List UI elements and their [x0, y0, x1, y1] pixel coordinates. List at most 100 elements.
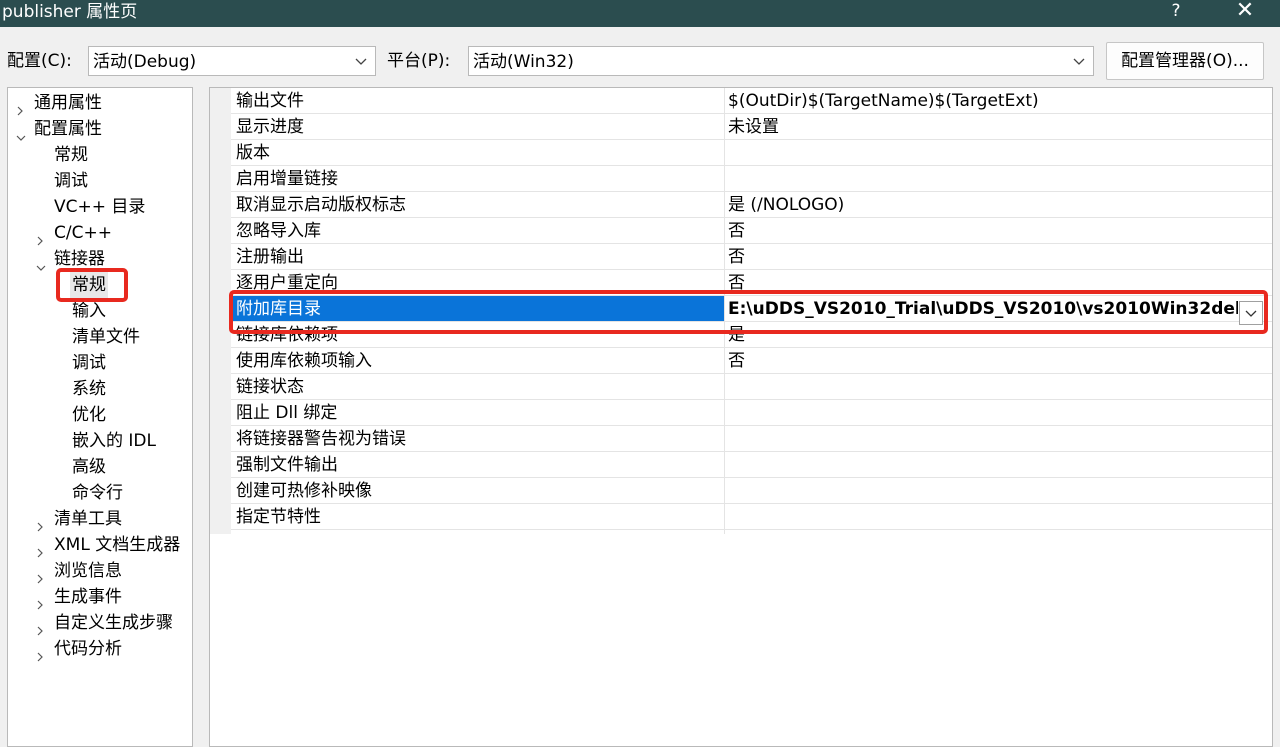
tree-item[interactable]: 配置属性: [16, 116, 104, 142]
property-name: 输出文件: [236, 91, 304, 111]
chevron-right-icon[interactable]: [36, 592, 44, 618]
property-row[interactable]: 忽略导入库 否: [231, 218, 1272, 244]
tree-item-label: 高级: [72, 457, 106, 477]
platform-dropdown[interactable]: 活动(Win32): [468, 46, 1094, 76]
title-bar: publisher 属性页 ? ✕: [0, 0, 1280, 27]
tree-item-label: XML 文档生成器: [54, 535, 181, 555]
property-row[interactable]: 附加库目录 E:\uDDS_VS2010_Trial\uDDS_VS2010\vs…: [231, 296, 1272, 322]
tree-item[interactable]: XML 文档生成器: [37, 532, 182, 558]
property-tree[interactable]: 通用属性 配置属性 常规 调试 VC++ 目录 C/C++ 链接器 常规 输入 清单文件 调试 系统优…: [7, 87, 193, 747]
property-row[interactable]: 显示进度 未设置: [231, 114, 1272, 140]
platform-label: 平台(P):: [387, 51, 451, 71]
tree-item[interactable]: 生成事件: [37, 584, 124, 610]
property-row[interactable]: 取消显示启动版权标志 是 (/NOLOGO): [231, 192, 1272, 218]
chevron-down-icon: [355, 58, 367, 65]
chevron-right-icon[interactable]: [36, 618, 44, 644]
property-row[interactable]: 将链接器警告视为错误: [231, 426, 1272, 452]
property-row[interactable]: 注册输出 否: [231, 244, 1272, 270]
tree-item[interactable]: C/C++: [37, 220, 114, 246]
tree-item[interactable]: 常规: [70, 272, 108, 298]
tree-item-label: 浏览信息: [54, 561, 122, 581]
tree-item[interactable]: 调试: [70, 350, 108, 376]
property-name: 链接库依赖项: [236, 325, 338, 345]
config-manager-button[interactable]: 配置管理器(O)...: [1106, 42, 1264, 80]
property-value: [728, 452, 1248, 477]
tree-item-label: 链接器: [54, 249, 105, 269]
property-value: [728, 504, 1248, 529]
window-title: publisher 属性页: [2, 2, 138, 22]
tree-item[interactable]: 自定义生成步骤: [37, 610, 175, 636]
property-row[interactable]: 链接库依赖项 是: [231, 322, 1272, 348]
property-row[interactable]: 输出文件 $(OutDir)$(TargetName)$(TargetExt): [231, 88, 1272, 114]
chevron-right-icon[interactable]: [36, 540, 44, 566]
tree-item[interactable]: 嵌入的 IDL: [70, 428, 158, 454]
tree-item[interactable]: 代码分析: [37, 636, 124, 662]
property-value: 未设置: [728, 117, 779, 137]
tree-item[interactable]: 输入: [70, 298, 108, 324]
help-button[interactable]: ?: [1165, 0, 1187, 24]
property-value: [728, 166, 1248, 191]
property-value: 是 (/NOLOGO): [728, 195, 845, 215]
property-value[interactable]: E:\uDDS_VS2010_Trial\uDDS_VS2010\vs2010W…: [728, 296, 1238, 321]
tree-item[interactable]: 链接器: [36, 246, 107, 272]
property-value: 是: [728, 325, 745, 345]
tree-item-label: 调试: [54, 171, 88, 191]
tree-item[interactable]: 系统: [70, 376, 108, 402]
chevron-right-icon[interactable]: [36, 228, 44, 254]
tree-item[interactable]: 通用属性: [17, 90, 104, 116]
property-value: [728, 374, 1248, 399]
tree-item[interactable]: 命令行: [70, 480, 125, 506]
property-name: 逐用户重定向: [236, 273, 338, 293]
chevron-right-icon[interactable]: [36, 514, 44, 540]
property-row[interactable]: 强制文件输出: [231, 452, 1272, 478]
property-name: 阻止 Dll 绑定: [236, 403, 338, 423]
property-name: 附加库目录: [232, 296, 724, 321]
tree-item-label: 命令行: [72, 483, 123, 503]
property-row[interactable]: 阻止 Dll 绑定: [231, 400, 1272, 426]
property-value: 否: [728, 221, 745, 241]
property-row[interactable]: 指定节特性: [231, 504, 1272, 530]
chevron-right-icon[interactable]: [36, 644, 44, 670]
property-value: [728, 140, 1248, 165]
tree-item-label: 通用属性: [34, 93, 102, 113]
tree-item[interactable]: 清单工具: [37, 506, 124, 532]
tree-item-label: 输入: [72, 301, 106, 321]
tree-item-label: 优化: [72, 405, 106, 425]
tree-item[interactable]: 常规: [52, 142, 90, 168]
config-value: 活动(Debug): [93, 52, 197, 72]
grid-gutter: [210, 88, 231, 534]
chevron-right-icon[interactable]: [36, 566, 44, 592]
tree-item-label: VC++ 目录: [54, 197, 146, 217]
tree-item[interactable]: 浏览信息: [37, 558, 124, 584]
property-row[interactable]: 逐用户重定向 否: [231, 270, 1272, 296]
property-row[interactable]: 使用库依赖项输入 否: [231, 348, 1272, 374]
property-row[interactable]: 版本: [231, 140, 1272, 166]
tree-item[interactable]: 调试: [52, 168, 90, 194]
chevron-down-icon[interactable]: [36, 254, 46, 280]
config-dropdown[interactable]: 活动(Debug): [88, 46, 376, 76]
chevron-down-icon[interactable]: [16, 124, 26, 150]
tree-item[interactable]: VC++ 目录: [52, 194, 147, 220]
property-value: [728, 426, 1248, 451]
property-row[interactable]: 启用增量链接: [231, 166, 1272, 192]
close-button[interactable]: ✕: [1228, 0, 1262, 26]
property-grid[interactable]: 输出文件 $(OutDir)$(TargetName)$(TargetExt) 显示…: [209, 87, 1273, 747]
property-value: [728, 400, 1248, 425]
tree-item-label: 常规: [70, 272, 108, 298]
property-name: 将链接器警告视为错误: [236, 429, 406, 449]
tree-item-label: 生成事件: [54, 587, 122, 607]
property-name: 版本: [236, 143, 270, 163]
value-dropdown-button[interactable]: [1239, 301, 1263, 325]
tree-item-label: C/C++: [54, 223, 112, 243]
tree-item[interactable]: 高级: [70, 454, 108, 480]
chevron-down-icon: [1245, 310, 1257, 317]
chevron-right-icon[interactable]: [16, 98, 24, 124]
tree-item[interactable]: 清单文件: [70, 324, 142, 350]
tree-item-label: 自定义生成步骤: [54, 613, 173, 633]
tree-item-label: 嵌入的 IDL: [72, 431, 156, 451]
property-name: 忽略导入库: [236, 221, 321, 241]
property-row[interactable]: 创建可热修补映像: [231, 478, 1272, 504]
property-row[interactable]: 链接状态: [231, 374, 1272, 400]
tree-item[interactable]: 优化: [70, 402, 108, 428]
tree-item-label: 调试: [72, 353, 106, 373]
